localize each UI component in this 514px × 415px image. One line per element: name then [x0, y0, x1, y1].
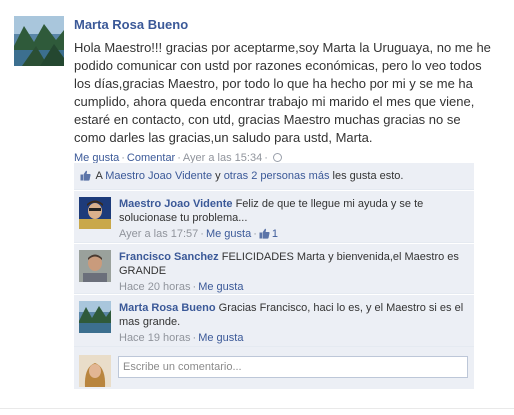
- comment-item: Marta Rosa Bueno Gracias Francisco, haci…: [74, 294, 474, 347]
- other-likers-link[interactable]: otras 2 personas más: [224, 170, 330, 182]
- viewer-avatar: [79, 355, 111, 387]
- comment-meta: Ayer a las 17:57 · Me gusta · 1: [119, 228, 279, 240]
- avatar-image: [79, 250, 111, 282]
- thumbs-up-icon: [259, 228, 270, 239]
- comment-like-link[interactable]: Me gusta: [206, 228, 251, 240]
- divider: [0, 408, 514, 409]
- comment-avatar[interactable]: [79, 301, 111, 333]
- liker-link[interactable]: Maestro Joao Vidente: [105, 170, 212, 182]
- comment-composer: [74, 347, 474, 389]
- comment-author[interactable]: Marta Rosa Bueno: [119, 302, 216, 314]
- comment-author[interactable]: Francisco Sanchez: [119, 251, 219, 263]
- comment-item: Francisco Sanchez FELICIDADES Marta y bi…: [74, 243, 474, 294]
- comment-time[interactable]: Hace 20 horas: [119, 281, 191, 293]
- post-author-name[interactable]: Marta Rosa Bueno: [74, 16, 494, 34]
- comment-like-link[interactable]: Me gusta: [198, 332, 243, 344]
- likes-summary: A Maestro Joao Vidente y otras 2 persona…: [74, 163, 474, 190]
- thumbs-up-icon: [80, 170, 91, 181]
- avatar-image: [79, 355, 111, 387]
- comment-like-link[interactable]: Me gusta: [198, 281, 243, 293]
- post-message: Hola Maestro!!! gracias por aceptarme,so…: [74, 40, 491, 145]
- comment-time[interactable]: Ayer a las 17:57: [119, 228, 198, 240]
- comment-meta: Hace 20 horas · Me gusta: [119, 281, 244, 293]
- landscape-avatar-image: [14, 16, 64, 66]
- comment-time[interactable]: Hace 19 horas: [119, 332, 191, 344]
- likes-conjunction: y: [215, 170, 221, 182]
- comment-avatar[interactable]: [79, 250, 111, 282]
- likes-prefix: A: [95, 170, 103, 182]
- comments-panel: A Maestro Joao Vidente y otras 2 persona…: [74, 163, 474, 389]
- comment-meta: Hace 19 horas · Me gusta: [119, 332, 244, 344]
- comment-avatar[interactable]: [79, 197, 111, 229]
- landscape-avatar-image: [79, 301, 111, 333]
- likes-suffix: les gusta esto.: [332, 170, 404, 182]
- post-author-avatar[interactable]: [14, 16, 64, 66]
- comment-item: Maestro Joao Vidente Feliz de que te lle…: [74, 190, 474, 243]
- comment-input[interactable]: [118, 356, 468, 378]
- globe-icon: [272, 153, 282, 162]
- comment-like-count[interactable]: 1: [272, 228, 278, 240]
- avatar-image: [79, 197, 111, 229]
- comment-author[interactable]: Maestro Joao Vidente: [119, 198, 233, 210]
